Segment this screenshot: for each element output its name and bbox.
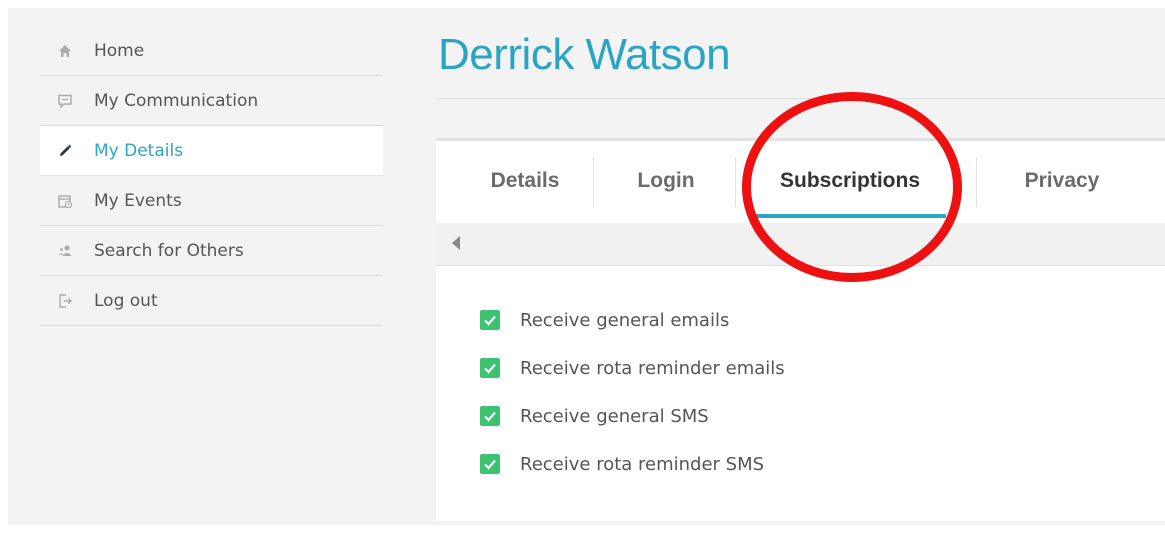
tab-subscriptions[interactable]: Subscriptions	[754, 141, 946, 221]
checkbox-label: Receive general SMS	[520, 405, 709, 427]
checkbox-label: Receive rota reminder emails	[520, 357, 785, 379]
subscriptions-list: Receive general emails Receive rota remi…	[480, 296, 785, 488]
pencil-icon	[54, 142, 76, 160]
sidebar-item-log-out[interactable]: Log out	[40, 276, 383, 326]
active-tab-indicator	[754, 214, 946, 218]
sidebar-item-my-communication[interactable]: My Communication	[40, 76, 383, 126]
tab-details[interactable]: Details	[456, 141, 594, 221]
tab-bar: Details Login Subscriptions Privacy	[436, 141, 1165, 221]
sidebar-item-label: My Details	[94, 140, 184, 161]
checkbox-general-emails[interactable]	[480, 310, 500, 330]
tab-login[interactable]: Login	[596, 141, 736, 221]
checkbox-label: Receive general emails	[520, 309, 730, 331]
home-icon	[54, 42, 76, 60]
checkbox-label: Receive rota reminder SMS	[520, 453, 765, 475]
logout-icon	[54, 292, 76, 310]
list-item: Receive general SMS	[480, 392, 785, 440]
calendar-icon	[54, 192, 76, 210]
list-item: Receive rota reminder emails	[480, 344, 785, 392]
tab-privacy[interactable]: Privacy	[992, 141, 1132, 221]
tab-divider	[976, 157, 977, 207]
sidebar-nav: Home My Communication My Details My Even…	[40, 26, 383, 326]
title-divider	[436, 98, 1165, 99]
sidebar-item-label: Log out	[94, 290, 158, 311]
checkbox-rota-reminder-emails[interactable]	[480, 358, 500, 378]
sidebar-item-label: Search for Others	[94, 240, 244, 261]
sidebar-item-my-details[interactable]: My Details	[40, 126, 383, 176]
sidebar-item-label: My Communication	[94, 90, 259, 111]
sidebar-item-search-for-others[interactable]: Search for Others	[40, 226, 383, 276]
page-title: Derrick Watson	[438, 30, 731, 79]
checkbox-general-sms[interactable]	[480, 406, 500, 426]
list-item: Receive rota reminder SMS	[480, 440, 785, 488]
sidebar-item-home[interactable]: Home	[40, 26, 383, 76]
sidebar-item-label: Home	[94, 40, 145, 61]
list-item: Receive general emails	[480, 296, 785, 344]
tab-divider	[735, 157, 736, 207]
chat-icon	[54, 92, 76, 110]
users-icon	[54, 242, 76, 260]
sidebar-item-label: My Events	[94, 190, 182, 211]
tab-scroll-strip	[436, 223, 1165, 266]
scroll-left-arrow-icon[interactable]	[452, 236, 460, 250]
sidebar-item-my-events[interactable]: My Events	[40, 176, 383, 226]
tab-divider	[593, 157, 594, 207]
checkbox-rota-reminder-sms[interactable]	[480, 454, 500, 474]
